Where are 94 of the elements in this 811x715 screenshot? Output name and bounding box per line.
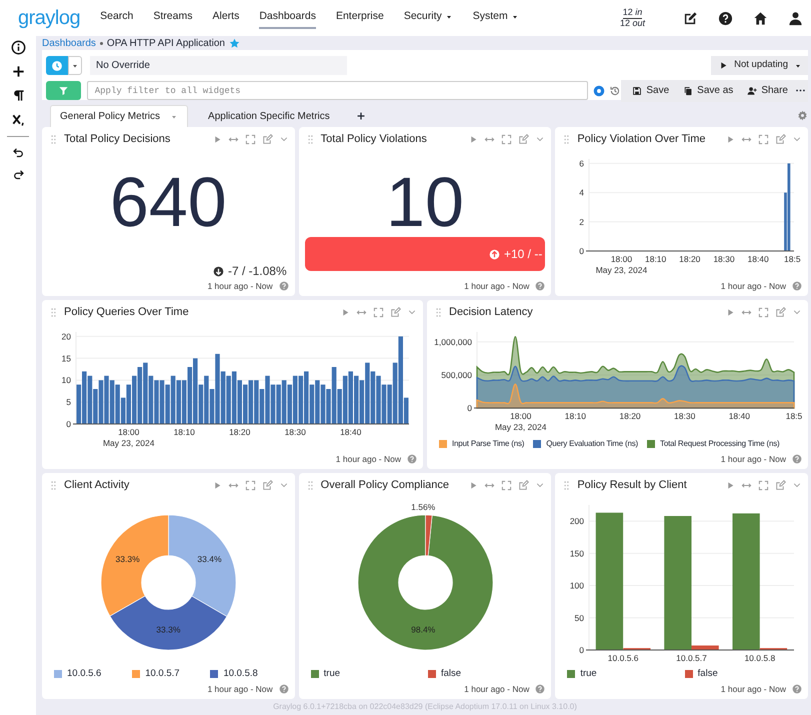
toolbar-button[interactable]: Save as (676, 83, 740, 98)
tick-label: 18:00 (510, 411, 532, 421)
tick-label: 18:5 (786, 411, 802, 421)
legend-label: Query Evaluation Time (ns) (546, 438, 638, 450)
tick-label: 0 (580, 645, 584, 655)
widget-title: Policy Queries Over Time (64, 304, 189, 320)
tick-label: 18:20 (679, 254, 701, 264)
timerange-label: 1 hour ago - Now (464, 280, 530, 292)
tick-label: 18:40 (748, 254, 770, 264)
legend-label: 10.0.5.6 (67, 666, 102, 681)
legend-label: false (440, 666, 462, 681)
tick-label: 18:30 (714, 254, 735, 264)
tick-label: 10 (62, 375, 71, 386)
tick-label: 10.0.5.8 (744, 653, 776, 663)
delta-value: -7 / -1.08% (228, 263, 287, 280)
slice-label: 98.4% (410, 624, 435, 635)
tick-label: 0 (467, 403, 472, 413)
tick-label: 1,000,000 (434, 336, 472, 347)
throughput-in: 12 in (622, 8, 642, 18)
widget-title: Total Policy Violations (320, 132, 427, 147)
tick-label: 18:00 (118, 427, 140, 437)
slice-label: 33.3% (116, 554, 140, 564)
tick-label: 4 (580, 188, 584, 198)
timerange-label: 1 hour ago - Now (720, 280, 786, 292)
nav-link[interactable]: System (472, 7, 519, 29)
throughput-out: 12 out (620, 18, 645, 28)
dashboard-title: OPA HTTP API Application (106, 36, 225, 50)
widget-title: Policy Result by Client (577, 478, 687, 493)
metric-value: 10 (385, 167, 465, 237)
delta-value: +10 / -- (504, 246, 542, 263)
tick-label: 15 (62, 353, 71, 364)
legend-label: 10.0.5.7 (145, 666, 180, 681)
widget-title: Client Activity (64, 478, 130, 493)
tick-label: 150 (570, 548, 584, 558)
date-label: May 23, 2024 (102, 438, 154, 448)
tick-label: 18:40 (340, 427, 362, 437)
nav-link[interactable]: Alerts (212, 7, 240, 29)
tick-label: 18:10 (174, 427, 195, 437)
legend-label: false (698, 666, 718, 681)
legend-label: true (324, 666, 340, 681)
date-label: May 23, 2024 (596, 265, 648, 275)
breadcrumb-link[interactable]: Dashboards (42, 36, 96, 50)
timerange-label: 1 hour ago - Now (464, 682, 530, 696)
widget-title: Policy Violation Over Time (577, 132, 706, 147)
tick-label: 50 (574, 612, 584, 623)
tick-label: 18:00 (611, 254, 632, 264)
timerange-field[interactable]: No Override (90, 56, 347, 75)
widget-title: Overall Policy Compliance (320, 478, 450, 493)
tick-label: 10.0.5.7 (676, 653, 708, 663)
query-input[interactable]: Apply filter to all widgets (86, 81, 588, 100)
legend-label: Input Parse Time (ns) (452, 438, 524, 450)
slice-label: 33.3% (156, 624, 180, 635)
timerange-label: 1 hour ago - Now (720, 682, 786, 696)
toolbar-button[interactable]: Save (625, 83, 676, 98)
dashboard-tab[interactable]: General Policy Metrics (50, 105, 188, 127)
tick-label: 6 (580, 158, 584, 168)
slice-label: 33.4% (197, 554, 222, 564)
widget-title: Total Policy Decisions (64, 132, 170, 147)
nav-link[interactable]: Streams (153, 7, 192, 29)
tick-label: 200 (570, 516, 584, 526)
legend-label: 10.0.5.8 (223, 666, 258, 681)
nav-link[interactable]: Enterprise (336, 7, 384, 29)
dashboard-tab[interactable]: Application Specific Metrics (198, 105, 340, 127)
timerange-label: 1 hour ago - Now (720, 452, 786, 466)
nav-link[interactable]: Dashboards (259, 7, 316, 29)
tick-label: 10.0.5.6 (608, 653, 639, 663)
tick-label: 18:20 (619, 411, 641, 421)
tick-label: 18:10 (645, 254, 667, 264)
tick-label: 18:30 (284, 427, 306, 437)
timerange-label: 1 hour ago - Now (207, 682, 273, 696)
toolbar-button[interactable]: Share (740, 83, 795, 98)
tick-label: 18:5 (784, 254, 801, 264)
tick-label: 2 (580, 216, 584, 227)
nav-link[interactable]: Search (100, 7, 134, 29)
timerange-label: 1 hour ago - Now (207, 280, 273, 292)
tick-label: 18:40 (728, 411, 750, 421)
tick-label: 100 (570, 580, 584, 591)
tick-label: 5 (66, 397, 71, 408)
slice-label: 1.56% (410, 502, 435, 512)
tick-label: 500,000 (441, 370, 472, 380)
date-label: May 23, 2024 (494, 422, 546, 432)
legend-label: Total Request Processing Time (ns) (660, 438, 780, 450)
timerange-label: 1 hour ago - Now (336, 452, 401, 466)
tick-label: 18:30 (674, 411, 696, 421)
legend-label: true (580, 666, 597, 681)
tick-label: 0 (580, 246, 584, 256)
tick-label: 0 (66, 419, 71, 429)
metric-value: 640 (108, 167, 228, 237)
nav-link[interactable]: Security (404, 7, 453, 29)
tick-label: 18:10 (564, 411, 586, 421)
tick-label: 18:20 (229, 427, 250, 437)
tick-label: 20 (62, 331, 71, 342)
refresh-button[interactable]: Not updating (711, 56, 808, 75)
widget-title: Decision Latency (449, 304, 533, 320)
